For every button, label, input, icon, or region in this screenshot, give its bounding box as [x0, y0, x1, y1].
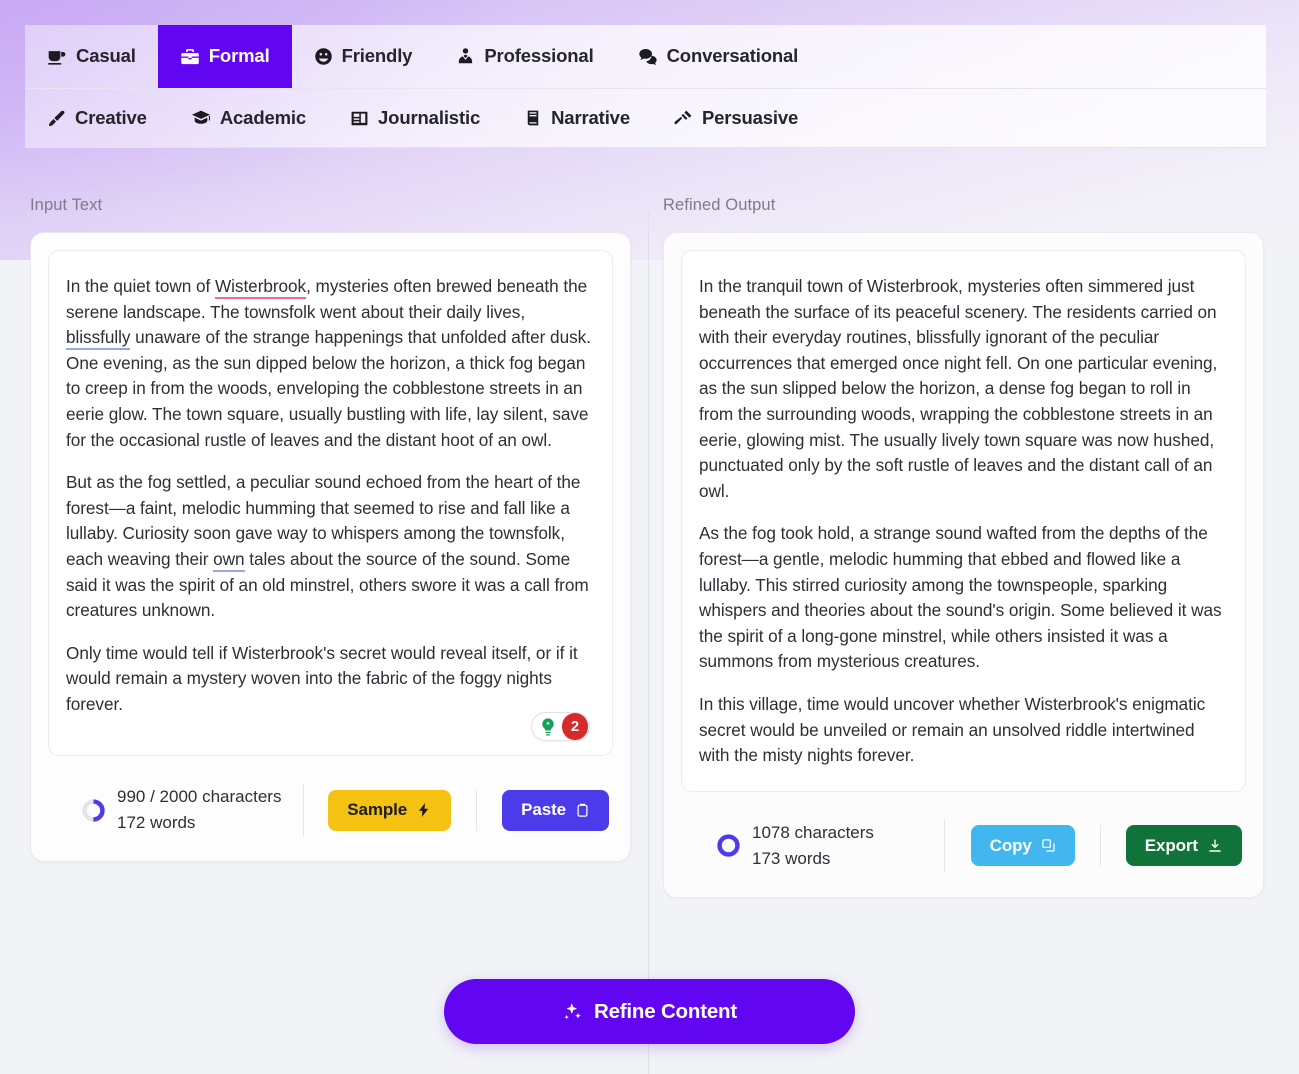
tab-label: Professional	[484, 45, 594, 67]
action-divider	[1099, 825, 1101, 867]
input-actions: Sample Paste	[304, 789, 609, 831]
tab-label: Narrative	[551, 106, 630, 128]
paste-button[interactable]: Paste	[502, 789, 609, 831]
input-column: Input Text In the quiet town of Wisterbr…	[30, 196, 631, 862]
output-text[interactable]: In the tranquil town of Wisterbrook, mys…	[681, 250, 1246, 792]
output-panel: In the tranquil town of Wisterbrook, mys…	[663, 232, 1264, 898]
input-paragraph-3: Only time would tell if Wisterbrook's se…	[66, 642, 578, 714]
tab-label: Casual	[76, 45, 136, 67]
refine-content-button[interactable]: Refine Content	[444, 979, 855, 1044]
output-column: Refined Output In the tranquil town of W…	[663, 196, 1264, 898]
tab-label: Conversational	[666, 45, 799, 67]
output-panel-label: Refined Output	[663, 196, 776, 214]
tab-label: Friendly	[341, 45, 413, 67]
gavel-icon	[674, 109, 693, 128]
output-word-count: 173 words	[752, 848, 831, 868]
input-panel: In the quiet town of Wisterbrook, myster…	[30, 232, 631, 862]
paste-label: Paste	[521, 800, 566, 819]
cta-row: Refine Content	[0, 979, 1299, 1044]
tab-journalistic[interactable]: Journalistic	[328, 89, 502, 147]
issue-count-badge[interactable]: 2	[562, 713, 588, 740]
tab-label: Academic	[219, 106, 307, 128]
tab-friendly[interactable]: Friendly	[292, 25, 435, 88]
tab-creative[interactable]: Creative	[25, 89, 169, 147]
output-char-count: 1078 characters	[752, 822, 874, 842]
output-panel-footer: 1078 characters 173 words Copy Export	[681, 810, 1246, 880]
output-stats: 1078 characters 173 words	[685, 820, 944, 872]
copy-button[interactable]: Copy	[970, 825, 1075, 867]
tab-narrative[interactable]: Narrative	[502, 89, 652, 147]
sparkles-icon	[562, 1001, 583, 1022]
newspaper-icon	[350, 109, 369, 128]
cta-label: Refine Content	[594, 999, 737, 1023]
grammar-hint-blissfully[interactable]: blissfully	[66, 327, 131, 351]
tab-formal[interactable]: Formal	[157, 25, 292, 88]
download-icon	[1207, 838, 1223, 854]
output-actions: Copy Export	[945, 825, 1242, 867]
output-paragraph-2: As the fog took hold, a strange sound wa…	[699, 523, 1222, 672]
text-run: In the quiet town of	[66, 276, 215, 296]
input-char-count: 990 / 2000 characters	[117, 787, 282, 806]
output-paragraph-3: In this village, time would uncover whet…	[699, 693, 1206, 766]
export-button[interactable]: Export	[1125, 825, 1242, 867]
input-paragraph-2: But as the fog settled, a peculiar sound…	[66, 470, 592, 624]
lightning-bolt-icon	[416, 802, 432, 818]
action-divider	[476, 789, 478, 831]
input-stats: 990 / 2000 characters 172 words	[52, 784, 303, 836]
input-paragraph-1: In the quiet town of Wisterbrook, myster…	[66, 274, 592, 453]
input-word-count: 172 words	[117, 813, 196, 832]
grammar-hint-own[interactable]: own	[213, 548, 245, 572]
input-textarea[interactable]: In the quiet town of Wisterbrook, myster…	[48, 250, 613, 756]
input-panel-label: Input Text	[30, 196, 103, 214]
tab-label: Persuasive	[701, 106, 799, 128]
output-paragraph-1: In the tranquil town of Wisterbrook, mys…	[699, 276, 1218, 501]
coffee-cup-icon	[47, 47, 67, 67]
export-label: Export	[1144, 835, 1198, 855]
output-stats-text: 1078 characters 173 words	[752, 820, 874, 872]
tab-professional[interactable]: Professional	[434, 25, 615, 88]
writing-assistant-widget[interactable]: 2	[531, 712, 590, 741]
tab-label: Creative	[75, 106, 147, 128]
person-tie-icon	[456, 47, 475, 66]
editor-columns: Input Text In the quiet town of Wisterbr…	[0, 196, 1299, 1074]
graduation-cap-icon	[191, 108, 211, 128]
copy-label: Copy	[989, 835, 1032, 855]
spelling-error-wisterbrook[interactable]: Wisterbrook	[214, 276, 306, 299]
briefcase-icon	[180, 47, 200, 67]
tab-casual[interactable]: Casual	[25, 25, 158, 88]
input-panel-footer: 990 / 2000 characters 172 words Sample P…	[48, 774, 613, 844]
sample-label: Sample	[347, 800, 408, 819]
tab-label: Formal	[208, 45, 270, 67]
tone-tab-strip: Casual Formal Friendly Professional Conv	[25, 25, 1266, 148]
tone-tab-row-secondary: Creative Academic Journalistic Narrative	[25, 89, 1266, 148]
book-icon	[524, 109, 542, 127]
character-progress-ring	[82, 798, 105, 822]
smiley-face-icon	[314, 47, 333, 66]
sample-button[interactable]: Sample	[328, 789, 452, 831]
clipboard-icon	[575, 803, 590, 818]
tab-conversational[interactable]: Conversational	[616, 25, 821, 88]
column-divider	[648, 212, 649, 1074]
output-progress-ring	[717, 834, 740, 857]
tab-academic[interactable]: Academic	[169, 89, 328, 147]
tab-persuasive[interactable]: Persuasive	[652, 89, 820, 147]
tone-tab-row-primary: Casual Formal Friendly Professional Conv	[25, 25, 1266, 89]
chat-bubbles-icon	[638, 47, 658, 67]
paintbrush-icon	[47, 109, 66, 128]
tab-label: Journalistic	[378, 106, 481, 128]
input-stats-text: 990 / 2000 characters 172 words	[117, 784, 281, 836]
text-run: unaware of the strange happenings that u…	[66, 327, 591, 450]
copy-icon	[1041, 838, 1056, 853]
lightbulb-icon	[537, 716, 559, 738]
